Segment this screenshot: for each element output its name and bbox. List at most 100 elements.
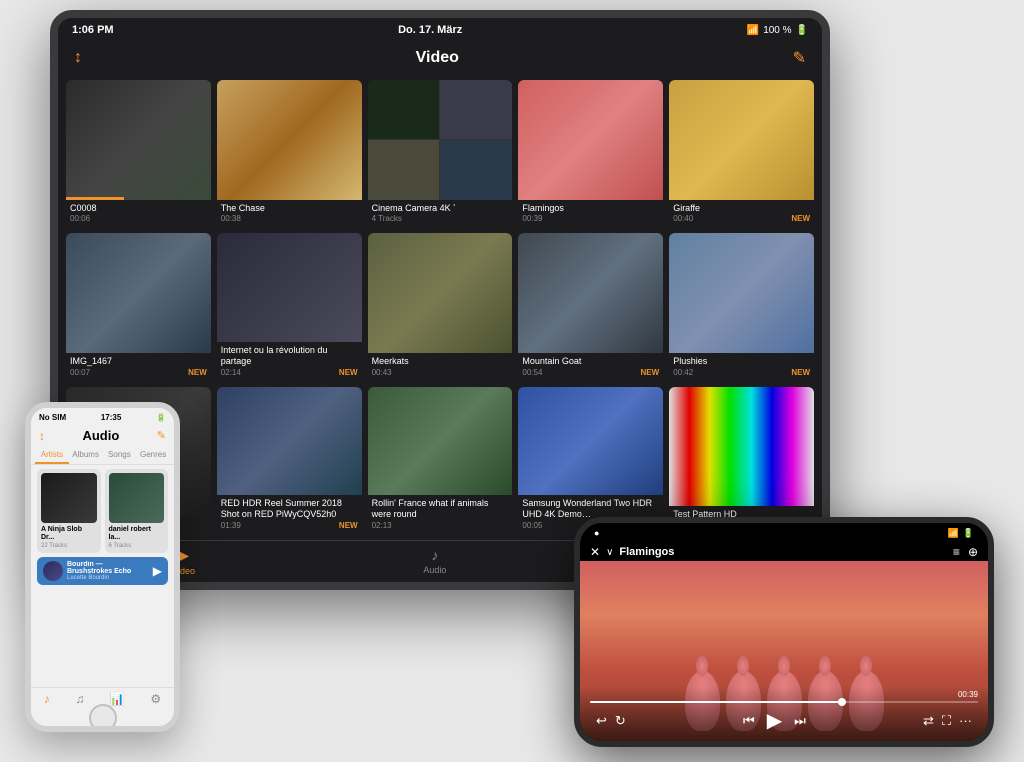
- tab-genres[interactable]: Genres: [136, 447, 170, 464]
- video-item-rollin[interactable]: Rollin' France what if animals were roun…: [368, 387, 513, 534]
- video-item-chase[interactable]: The Chase 00:38: [217, 80, 362, 227]
- ipad-time: 1:06 PM: [72, 24, 114, 36]
- tab-albums[interactable]: Albums: [69, 447, 103, 464]
- video-meta: 02:14 NEW: [221, 368, 358, 377]
- audio-item-ninja[interactable]: A Ninja Slob Dr... 22 Tracks: [37, 469, 101, 553]
- video-info-mountaingoat: Mountain Goat 00:54 NEW: [518, 353, 663, 381]
- player-bottom-controls: ↩ ↻ ⏮ ▶ ⏭ ⇄ ⛶ ···: [590, 706, 978, 735]
- audio-item-subtitle: 22 Tracks: [41, 543, 97, 549]
- video-meta: 00:42 NEW: [673, 368, 810, 377]
- video-title: Mountain Goat: [522, 356, 659, 367]
- ipad-status-bar: 1:06 PM Do. 17. März 📶 100 % 🔋: [58, 18, 822, 42]
- player-shuffle-button[interactable]: ⇄: [923, 713, 934, 729]
- player-next-button[interactable]: ⏭: [794, 713, 806, 729]
- video-duration: 00:06: [70, 214, 90, 223]
- audio-play-button[interactable]: ▶: [153, 564, 162, 578]
- cinema-sub-3: [368, 140, 440, 199]
- video-thumbnail-internet: [217, 233, 362, 342]
- video-info-rollin: Rollin' France what if animals were roun…: [368, 495, 513, 534]
- video-meta: 00:43: [372, 368, 509, 377]
- video-new-badge: NEW: [339, 521, 358, 530]
- bottom-icon-music[interactable]: ♪: [44, 692, 50, 706]
- video-duration: 00:40: [673, 214, 693, 223]
- video-item-testpattern[interactable]: Test Pattern HD NEW: [669, 387, 814, 534]
- video-title: IMG_1467: [70, 356, 207, 367]
- video-title: Internet ou la révolution du partage: [221, 345, 358, 367]
- player-timestamp: 00:39: [590, 690, 978, 699]
- iphone-audio-device: No SIM 17:35 🔋 ↕ Audio ✎ Artists Albums …: [25, 402, 180, 732]
- player-settings-icon[interactable]: ≡: [953, 545, 960, 559]
- video-title: C0008: [70, 203, 207, 214]
- cinema-sub-2: [440, 80, 512, 139]
- bottom-icon-audio[interactable]: ♫: [75, 692, 84, 706]
- audio-item-daniel[interactable]: daniel robert la... 6 Tracks: [105, 469, 169, 553]
- video-item-giraffe[interactable]: Giraffe 00:40 NEW: [669, 80, 814, 227]
- video-item-internet[interactable]: Internet ou la révolution du partage 02:…: [217, 233, 362, 380]
- video-new-badge: NEW: [791, 214, 810, 223]
- video-info-img1467: IMG_1467 00:07 NEW: [66, 353, 211, 381]
- video-info-c0008: C0008 00:06: [66, 200, 211, 228]
- video-info-chase: The Chase 00:38: [217, 200, 362, 228]
- video-thumbnail-cinema: [368, 80, 513, 200]
- tab-songs[interactable]: Songs: [103, 447, 137, 464]
- video-info-meerkats: Meerkats 00:43: [368, 353, 513, 381]
- iphone-player-device: ● 📶 🔋 ✕ ∨ Flamingos ≡ ⊕: [574, 517, 994, 747]
- video-duration: 00:43: [372, 368, 392, 377]
- ipad-header: ↕ Video ✎: [58, 42, 822, 74]
- video-title: Flamingos: [522, 203, 659, 214]
- bottom-icon-settings[interactable]: ⚙: [150, 692, 161, 706]
- player-loop-button[interactable]: ↻: [615, 713, 626, 729]
- sort-icon[interactable]: ↕: [74, 49, 82, 67]
- player-chevron-icon[interactable]: ∨: [606, 547, 613, 558]
- video-new-badge: NEW: [339, 368, 358, 377]
- player-close-button[interactable]: ✕: [590, 545, 600, 559]
- video-item-flamingos[interactable]: Flamingos 00:39: [518, 80, 663, 227]
- ipad-bottom-audio[interactable]: ♪ Audio: [423, 547, 446, 576]
- video-thumbnail-img1467: [66, 233, 211, 353]
- audio-page-title: Audio: [82, 428, 119, 443]
- cinema-sub-1: [368, 80, 440, 139]
- video-item-plushies[interactable]: Plushies 00:42 NEW: [669, 233, 814, 380]
- player-airplay-icon[interactable]: ⊕: [968, 545, 978, 559]
- player-more-button[interactable]: ···: [959, 713, 972, 728]
- audio-thumb-ninja: [41, 473, 97, 523]
- video-item-c0008[interactable]: C0008 00:06: [66, 80, 211, 227]
- player-wifi-icon: 📶: [948, 528, 959, 539]
- bottom-icon-stats[interactable]: 📊: [110, 692, 125, 706]
- video-item-meerkats[interactable]: Meerkats 00:43: [368, 233, 513, 380]
- video-item-img1467[interactable]: IMG_1467 00:07 NEW: [66, 233, 211, 380]
- audio-artist-grid: A Ninja Slob Dr... 22 Tracks daniel robe…: [37, 469, 168, 553]
- home-button[interactable]: [89, 704, 117, 732]
- player-header-left: ✕ ∨ Flamingos: [590, 545, 674, 559]
- video-item-mountaingoat[interactable]: Mountain Goat 00:54 NEW: [518, 233, 663, 380]
- audio-edit-icon[interactable]: ✎: [157, 429, 166, 442]
- player-rewind-button[interactable]: ↩: [596, 713, 607, 729]
- tab-artists[interactable]: Artists: [35, 447, 69, 464]
- video-item-red[interactable]: RED HDR Reel Summer 2018 Shot on RED PiW…: [217, 387, 362, 534]
- video-meta: 02:13: [372, 521, 509, 530]
- player-fullscreen-button[interactable]: ⛶: [942, 713, 951, 729]
- video-meta: 00:07 NEW: [70, 368, 207, 377]
- video-item-cinema[interactable]: Cinema Camera 4K ʼ 4 Tracks: [368, 80, 513, 227]
- video-meta: 00:54 NEW: [522, 368, 659, 377]
- video-info-internet: Internet ou la révolution du partage 02:…: [217, 342, 362, 381]
- now-playing-info: Bourdin — Brushstrokes Echo Lucette Bour…: [67, 561, 149, 581]
- video-thumbnail-c0008: [66, 80, 211, 200]
- iphone-home-area: [31, 710, 174, 726]
- video-item-samsung[interactable]: Samsung Wonderland Two HDR UHD 4K Demo… …: [518, 387, 663, 534]
- iphone-player-screen: ● 📶 🔋 ✕ ∨ Flamingos ≡ ⊕: [580, 523, 988, 741]
- player-prev-button[interactable]: ⏮: [743, 713, 755, 729]
- edit-icon[interactable]: ✎: [793, 48, 806, 68]
- video-new-badge: NEW: [791, 368, 810, 377]
- video-title: Plushies: [673, 356, 810, 367]
- player-progress-bar[interactable]: [590, 701, 978, 703]
- audio-now-playing[interactable]: Bourdin — Brushstrokes Echo Lucette Bour…: [37, 557, 168, 585]
- video-thumbnail-samsung: [518, 387, 663, 496]
- progress-bar: [66, 197, 124, 200]
- video-duration: 01:39: [221, 521, 241, 530]
- audio-sort-icon[interactable]: ↕: [39, 429, 45, 443]
- video-meta: 00:40 NEW: [673, 214, 810, 223]
- player-controls-main: ⏮ ▶ ⏭: [743, 708, 806, 733]
- player-progress-container[interactable]: [590, 701, 978, 703]
- player-play-button[interactable]: ▶: [767, 708, 782, 733]
